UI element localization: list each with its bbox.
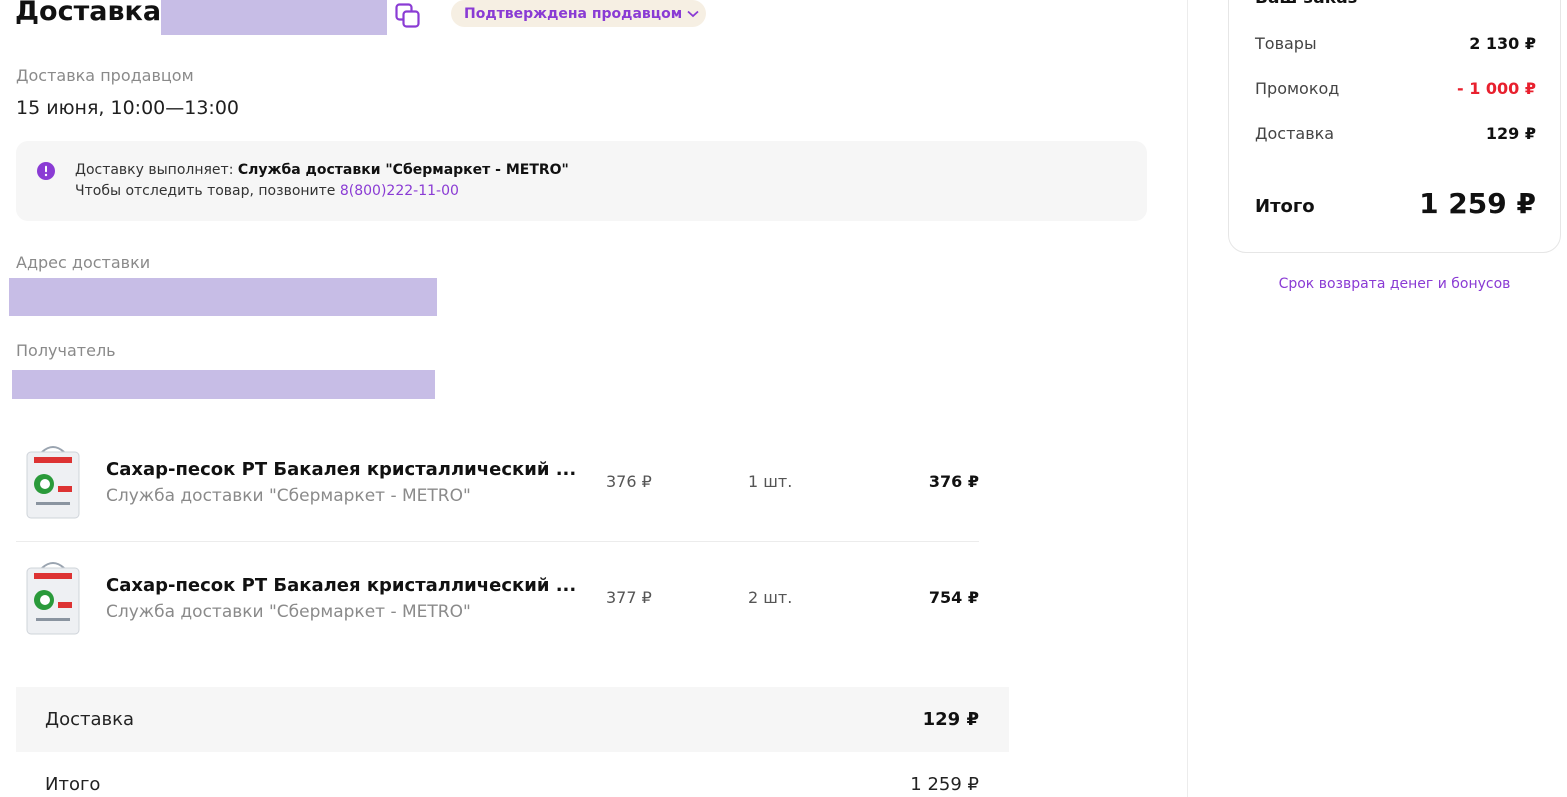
order-delivery-label: Доставка bbox=[1255, 124, 1335, 143]
refund-terms-link[interactable]: Срок возврата денег и бонусов bbox=[1228, 276, 1561, 292]
product-price: 377 ₽ bbox=[606, 588, 652, 607]
product-image[interactable] bbox=[24, 560, 82, 636]
goods-value: 2 130 ₽ bbox=[1469, 34, 1536, 53]
delivery-summary-row: Доставка 129 ₽ bbox=[16, 687, 1009, 752]
delivery-info-box: Доставку выполняет: Служба доставки "Сбе… bbox=[16, 141, 1147, 221]
product-total: 376 ₽ bbox=[928, 472, 979, 491]
product-seller: Служба доставки "Сбермаркет - METRO" bbox=[106, 602, 471, 622]
tracking-prefix: Чтобы отследить товар, позвоните bbox=[75, 183, 336, 199]
delivery-date: 15 июня, 10:00—13:00 bbox=[16, 97, 239, 119]
delivery-service-name: Служба доставки "Сбермаркет - METRO" bbox=[237, 162, 569, 178]
promo-label: Промокод bbox=[1255, 79, 1340, 98]
product-quantity: 2 шт. bbox=[748, 588, 793, 607]
delivery-method-label: Доставка продавцом bbox=[16, 66, 194, 85]
address-label: Адрес доставки bbox=[16, 253, 151, 272]
total-summary-value: 1 259 ₽ bbox=[910, 774, 979, 795]
product-seller: Служба доставки "Сбермаркет - METRO" bbox=[106, 486, 471, 506]
delivery-service-line: Доставку выполняет: Служба доставки "Сбе… bbox=[75, 162, 569, 178]
recipient-label: Получатель bbox=[16, 341, 116, 360]
status-badge-label: Подтверждена продавцом bbox=[464, 5, 683, 22]
copy-icon[interactable] bbox=[395, 3, 421, 29]
product-image[interactable] bbox=[24, 444, 82, 520]
delivery-summary-label: Доставка bbox=[45, 709, 134, 730]
order-details-main: Доставка Подтверждена продавцом Доставка… bbox=[0, 0, 1188, 797]
recipient-redacted bbox=[12, 370, 435, 399]
chevron-down-icon bbox=[687, 10, 699, 18]
order-number-redacted bbox=[161, 0, 387, 35]
order-total-label: Итого bbox=[1255, 196, 1315, 217]
order-total-value: 1 259 ₽ bbox=[1419, 187, 1536, 220]
promo-value: - 1 000 ₽ bbox=[1456, 79, 1536, 98]
product-name[interactable]: Сахар-песок РТ Бакалея кристаллический .… bbox=[106, 459, 576, 480]
delivery-summary-value: 129 ₽ bbox=[922, 709, 979, 730]
delivery-service-prefix: Доставку выполняет: bbox=[75, 162, 234, 178]
address-redacted bbox=[9, 278, 437, 316]
info-alert-icon bbox=[37, 162, 55, 180]
status-badge[interactable]: Подтверждена продавцом bbox=[451, 0, 706, 27]
tracking-line: Чтобы отследить товар, позвоните 8(800)2… bbox=[75, 183, 459, 199]
goods-label: Товары bbox=[1255, 34, 1317, 53]
list-item[interactable]: Сахар-песок РТ Бакалея кристаллический .… bbox=[16, 542, 979, 657]
total-summary-label: Итого bbox=[45, 774, 101, 795]
product-total: 754 ₽ bbox=[928, 588, 979, 607]
order-summary-card: Ваш заказ Товары 2 130 ₽ Промокод - 1 00… bbox=[1228, 0, 1561, 253]
column-divider bbox=[1187, 0, 1188, 797]
product-quantity: 1 шт. bbox=[748, 472, 793, 491]
product-price: 376 ₽ bbox=[606, 472, 652, 491]
page-title: Доставка bbox=[15, 0, 162, 27]
phone-link[interactable]: 8(800)222-11-00 bbox=[340, 183, 459, 199]
order-delivery-value: 129 ₽ bbox=[1485, 124, 1536, 143]
product-name[interactable]: Сахар-песок РТ Бакалея кристаллический .… bbox=[106, 575, 576, 596]
list-item[interactable]: Сахар-песок РТ Бакалея кристаллический .… bbox=[16, 426, 979, 541]
order-summary-title: Ваш заказ bbox=[1255, 0, 1358, 8]
